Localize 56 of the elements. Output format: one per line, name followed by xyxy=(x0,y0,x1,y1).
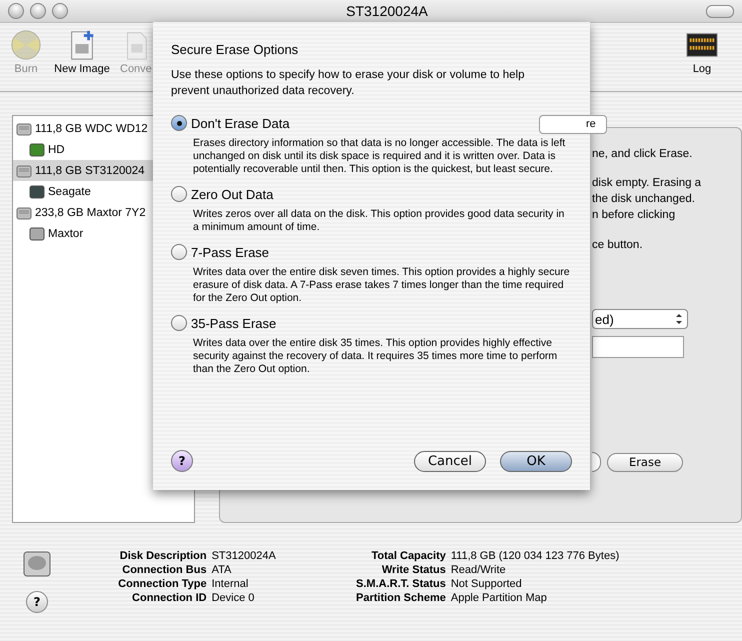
window-title: ST3120024A xyxy=(345,3,429,19)
info-label: Disk Description xyxy=(118,549,207,563)
volume-icon xyxy=(29,142,45,158)
radio-option[interactable]: Zero Out Data xyxy=(171,186,274,202)
info-label: Write Status xyxy=(380,563,446,577)
instruction-text: ce button. xyxy=(592,238,643,253)
option-description: Writes data over the entire disk 35 times. This option provides highly effective security against the recovery of data. It requires 35 times more time to perform than the Zero Out option. xyxy=(193,337,558,376)
volume-icon xyxy=(29,226,45,242)
toolbar-label: Burn xyxy=(14,63,38,75)
name-field[interactable] xyxy=(592,336,684,358)
option-description: Erases directory information so that data is no longer accessible. The data is left unchanged on disk until its disk space is required and it is written over. Data is potentially recoverable until then. This option is the quickest, but least secure. xyxy=(193,137,566,176)
cancel-button[interactable]: Cancel xyxy=(414,450,486,472)
sheet-intro: Use these options to specify how to erase your disk or volume to help prevent unauthorized data recovery. xyxy=(171,68,526,99)
toolbar-label: Log xyxy=(692,63,712,75)
info-label: Partition Scheme xyxy=(356,591,446,605)
sheet-title: Secure Erase Options xyxy=(171,42,300,57)
radio-option[interactable]: 35-Pass Erase xyxy=(171,315,276,331)
close-button[interactable] xyxy=(8,3,24,19)
help-button[interactable]: ? xyxy=(171,450,193,472)
erase-button[interactable]: Erase xyxy=(607,452,683,472)
info-value: ST3120024A xyxy=(210,549,277,563)
radio-button[interactable] xyxy=(171,244,187,260)
radio-option[interactable]: Don't Erase Data xyxy=(171,115,290,131)
info-label: S.M.A.R.T. Status xyxy=(356,577,446,591)
info-value: Not Supported xyxy=(450,577,523,591)
option-description: Writes data over the entire disk seven times. This option provides a highly secure erasure of disk data. A 7-Pass erase takes 7 times longer than the time required for the Zero Out option. xyxy=(193,266,571,305)
option-description: Writes zeros over all data on the disk. This option provides good data security in a minimum amount of time. xyxy=(193,208,566,234)
ok-button[interactable]: OK xyxy=(500,450,572,472)
zoom-button[interactable] xyxy=(52,3,68,19)
radio-option[interactable]: 7-Pass Erase xyxy=(171,244,270,260)
info-value: Internal xyxy=(210,577,250,591)
format-popup[interactable]: ed) xyxy=(592,309,688,329)
instruction-text: ne, and click Erase. xyxy=(592,147,692,162)
radio-button[interactable] xyxy=(171,186,187,202)
minimize-button[interactable] xyxy=(30,3,46,19)
info-label: Connection Bus xyxy=(121,563,207,577)
tab[interactable]: re xyxy=(539,115,607,134)
volume-icon xyxy=(29,184,45,200)
info-value: Read/Write xyxy=(450,563,507,577)
toolbar-label: Conve xyxy=(120,63,152,75)
info-label: Connection ID xyxy=(131,591,207,605)
toolbar-label: New Image xyxy=(54,63,110,75)
radio-button[interactable] xyxy=(171,315,187,331)
instruction-text: the disk unchanged. xyxy=(592,192,695,207)
toolbar-toggle-button[interactable] xyxy=(706,4,734,18)
info-value: Apple Partition Map xyxy=(450,591,548,605)
info-value: Device 0 xyxy=(210,591,256,605)
radio-button[interactable] xyxy=(171,115,187,131)
up-down-arrows-icon xyxy=(675,313,683,325)
info-value: 111,8 GB (120 034 123 776 Bytes) xyxy=(450,549,620,563)
info-label: Total Capacity xyxy=(370,549,446,563)
info-value: ATA xyxy=(210,563,232,577)
help-button[interactable]: ? xyxy=(26,591,48,613)
instruction-text: n before clicking xyxy=(592,208,676,223)
info-label: Connection Type xyxy=(117,577,207,591)
instruction-text: disk empty. Erasing a xyxy=(592,176,702,191)
